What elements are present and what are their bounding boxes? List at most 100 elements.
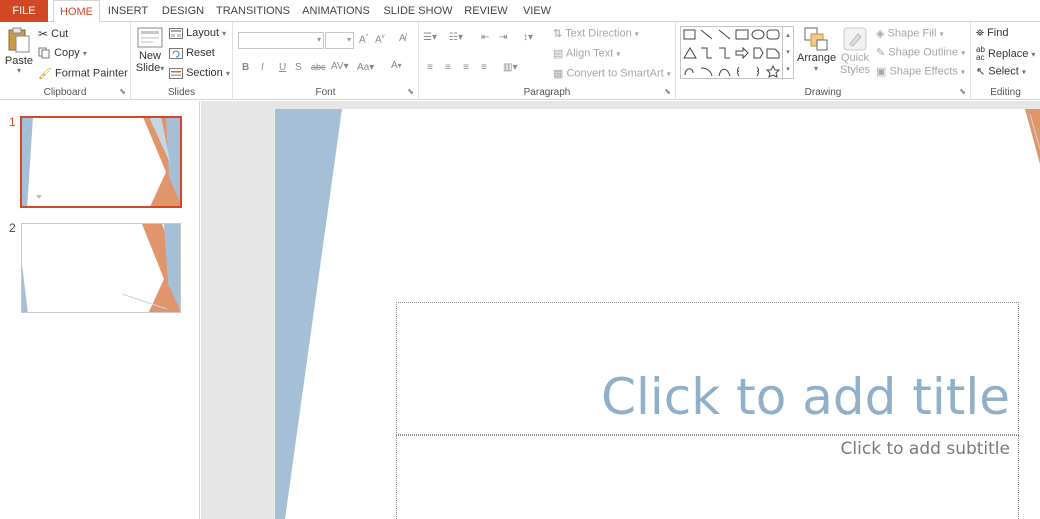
slides-group-label: Slides [167, 87, 196, 98]
drawing-launcher-icon[interactable]: ⬊ [959, 87, 966, 96]
shape-fill-button[interactable]: ◈ Shape Fill ▾ [876, 27, 944, 40]
tab-transitions[interactable]: TRANSITIONS [214, 0, 292, 22]
tab-slide-show[interactable]: SLIDE SHOW [381, 0, 455, 22]
tab-insert[interactable]: INSERT [104, 0, 152, 22]
shapes-gallery[interactable]: ▴ ▾ ▾ [680, 26, 794, 80]
slide-thumbnail-2[interactable] [21, 223, 181, 313]
font-group-label: Font [315, 87, 336, 98]
subtitle-placeholder-text[interactable]: Click to add subtitle [841, 439, 1010, 459]
convert-smartart-label: Convert to SmartArt [566, 67, 664, 80]
subtitle-placeholder[interactable]: Click to add subtitle [396, 435, 1019, 519]
editing-group-label: Editing [990, 87, 1021, 98]
title-placeholder-text[interactable]: Click to add title [601, 368, 1010, 426]
paragraph-group-label: Paragraph [523, 87, 571, 98]
tab-animations[interactable]: ANIMATIONS [298, 0, 374, 22]
strikethrough-icon[interactable]: abc [311, 62, 326, 72]
clipboard-group-label: Clipboard [43, 87, 87, 98]
cut-button[interactable]: ✂ Cut [38, 27, 68, 41]
tab-design[interactable]: DESIGN [158, 0, 208, 22]
convert-smartart-button[interactable]: ▦ Convert to SmartArt ▾ [553, 67, 671, 80]
thumbnail-number-2: 2 [9, 221, 16, 235]
quick-styles-label-line1: Quick [840, 52, 870, 64]
paste-dropdown-arrow[interactable]: ▾ [4, 67, 34, 75]
section-button[interactable]: Section ▾ [169, 67, 230, 79]
format-painter-button[interactable]: 🖌 Format Painter [38, 67, 128, 80]
tab-file[interactable]: FILE [0, 0, 48, 22]
align-text-button[interactable]: ▤ Align Text ▾ [553, 47, 620, 60]
scissors-icon: ✂ [38, 27, 49, 41]
new-slide-label-line2: Slide▾ [135, 62, 165, 74]
font-size-combo[interactable]: ▾ [325, 32, 354, 49]
shadow-icon[interactable]: S [295, 62, 302, 73]
new-slide-button[interactable]: New Slide▾ [135, 26, 165, 75]
ribbon-tab-bar: FILE HOME INSERT DESIGN TRANSITIONS ANIM… [0, 0, 1040, 23]
thumbnail-number-1: 1 [9, 115, 16, 129]
underline-icon[interactable]: U [279, 62, 286, 73]
section-icon [169, 67, 183, 79]
new-slide-icon [137, 27, 163, 48]
copy-dropdown-arrow[interactable]: ▾ [83, 49, 87, 58]
increase-indent-icon[interactable]: ⇥ [499, 32, 507, 43]
find-button[interactable]: ⛯ Find [976, 27, 1008, 39]
cursor-arrow-icon: ↖ [976, 66, 986, 78]
select-label: Select [988, 65, 1019, 78]
align-right-icon[interactable]: ≡ [463, 62, 469, 73]
clipboard-launcher-icon[interactable]: ⬊ [119, 87, 126, 96]
paste-icon [8, 27, 30, 53]
shrink-font-icon[interactable]: Av [375, 34, 385, 45]
binoculars-icon: ⛯ [976, 27, 984, 39]
paragraph-launcher-icon[interactable]: ⬊ [664, 87, 671, 96]
slides-group: New Slide▾ Layout ▾ Reset Section ▾ Slid… [131, 22, 233, 100]
align-center-icon[interactable]: ≡ [445, 62, 451, 73]
numbering-icon[interactable]: ☷▾ [449, 32, 463, 43]
shapes-gallery-scroll[interactable]: ▴ ▾ ▾ [782, 27, 793, 80]
pencil-icon: ✎ [876, 47, 886, 59]
character-spacing-icon[interactable]: AV▾ [331, 61, 349, 72]
font-launcher-icon[interactable]: ⬊ [407, 87, 414, 96]
replace-icon: ab ac [976, 45, 985, 62]
copy-label: Copy [54, 47, 80, 59]
copy-icon [38, 47, 50, 59]
select-button[interactable]: ↖ Select ▾ [976, 65, 1026, 78]
columns-icon[interactable]: ▥▾ [503, 62, 517, 73]
title-placeholder[interactable]: Click to add title [396, 302, 1019, 435]
text-direction-label: Text Direction [565, 27, 632, 40]
arrange-button[interactable]: Arrange ▾ [797, 26, 836, 73]
bold-icon[interactable]: B [242, 62, 249, 73]
tab-home[interactable]: HOME [53, 0, 100, 23]
arrange-icon [804, 27, 828, 51]
replace-button[interactable]: ab ac Replace ▾ [976, 46, 1035, 62]
grow-font-icon[interactable]: A^ [359, 34, 369, 45]
tab-view[interactable]: VIEW [517, 0, 557, 22]
font-name-combo[interactable]: ▾ [238, 32, 324, 49]
paste-button[interactable]: Paste ▾ [4, 26, 34, 75]
clear-formatting-icon[interactable]: A̸ [399, 33, 406, 44]
reset-label: Reset [186, 47, 215, 59]
shapes-gallery-icons [683, 29, 781, 78]
layout-button[interactable]: Layout ▾ [169, 27, 226, 39]
copy-button[interactable]: Copy ▾ [38, 47, 87, 59]
align-left-icon[interactable]: ≡ [427, 62, 433, 73]
quick-styles-button[interactable]: Quick Styles [838, 26, 872, 77]
chevron-down-icon: ▾ [316, 35, 321, 44]
justify-icon[interactable]: ≡ [481, 62, 487, 73]
text-direction-button[interactable]: ⇅ Text Direction ▾ [553, 27, 639, 40]
shape-effects-icon: ▣ [876, 66, 887, 78]
slide-thumbnail-1[interactable] [20, 116, 182, 208]
line-spacing-icon[interactable]: ↕▾ [523, 32, 533, 43]
tab-review[interactable]: REVIEW [462, 0, 510, 22]
shape-outline-button[interactable]: ✎ Shape Outline ▾ [876, 46, 965, 59]
shape-effects-button[interactable]: ▣ Shape Effects ▾ [876, 65, 965, 78]
decrease-indent-icon[interactable]: ⇤ [481, 32, 489, 43]
font-color-icon[interactable]: A▾ [391, 60, 402, 71]
font-group: ▾ ▾ A^ Av A̸ B I U S abc AV▾ Aa▾ A▾ Font… [233, 22, 419, 100]
bullets-icon[interactable]: ☰▾ [423, 32, 437, 43]
reset-button[interactable]: Reset [169, 47, 215, 59]
slide-canvas[interactable]: Click to add title Click to add subtitle [275, 109, 1040, 519]
change-case-icon[interactable]: Aa▾ [357, 62, 374, 73]
format-painter-label: Format Painter [55, 67, 128, 80]
italic-icon[interactable]: I [261, 62, 264, 73]
cut-label: Cut [51, 27, 69, 40]
slide-editor: Click to add title Click to add subtitle [201, 101, 1040, 519]
quick-styles-icon [843, 27, 867, 51]
